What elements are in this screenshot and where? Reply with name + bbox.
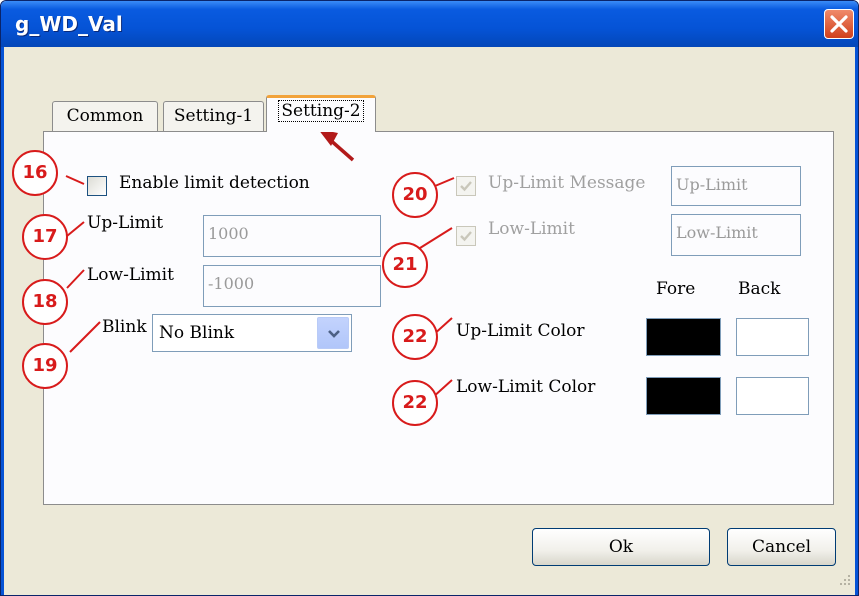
blink-label: Blink <box>102 317 147 337</box>
callout-badge-18: 18 <box>22 279 68 325</box>
tab-label: Setting-2 <box>278 100 364 122</box>
callout-badge-21: 21 <box>382 242 428 288</box>
up-limit-label: Up-Limit <box>87 213 164 233</box>
low-limit-fore-color-swatch[interactable] <box>646 377 721 415</box>
resize-grip-icon[interactable] <box>838 572 852 591</box>
close-button[interactable] <box>824 9 854 39</box>
low-limit-color-label: Low-Limit Color <box>456 377 596 397</box>
cancel-button[interactable]: Cancel <box>727 528 836 566</box>
low-limit-input[interactable]: -1000 <box>203 265 381 307</box>
low-limit-back-color-swatch[interactable] <box>736 377 809 415</box>
tab-label: Common <box>66 106 144 126</box>
up-limit-message-input[interactable]: Up-Limit <box>671 166 801 206</box>
back-header: Back <box>738 279 781 299</box>
up-limit-fore-color-swatch[interactable] <box>646 318 721 356</box>
window-title: g_WD_Val <box>15 12 123 36</box>
up-limit-message-label: Up-Limit Message <box>488 173 646 193</box>
low-limit-message-label: Low-Limit <box>488 219 575 239</box>
callout-badge-22: 22 <box>392 380 438 426</box>
callout-badge-19: 19 <box>22 343 68 389</box>
tab-setting-2[interactable]: Setting-2 <box>266 95 376 132</box>
low-limit-message-checkbox[interactable] <box>456 226 476 246</box>
callout-badge-22: 22 <box>392 314 438 360</box>
up-limit-message-checkbox[interactable] <box>456 176 476 196</box>
title-bar[interactable]: g_WD_Val <box>1 1 858 47</box>
blink-select[interactable]: No Blink <box>152 314 352 352</box>
callout-badge-17: 17 <box>22 214 68 260</box>
up-limit-input[interactable]: 1000 <box>203 215 381 257</box>
low-limit-label: Low-Limit <box>87 265 174 285</box>
callout-badge-16: 16 <box>12 150 58 196</box>
blink-select-value: No Blink <box>159 323 235 343</box>
window-frame-left <box>1 47 4 595</box>
dropdown-arrow-button[interactable] <box>317 317 349 349</box>
low-limit-message-input[interactable]: Low-Limit <box>671 214 801 256</box>
ok-button[interactable]: Ok <box>532 528 710 566</box>
enable-limit-checkbox[interactable] <box>87 176 107 196</box>
up-limit-color-label: Up-Limit Color <box>456 321 585 341</box>
window-frame-right <box>855 47 858 595</box>
tab-label: Setting-1 <box>173 106 254 126</box>
tab-common[interactable]: Common <box>52 101 158 131</box>
callout-badge-20: 20 <box>392 172 438 218</box>
dialog-window: g_WD_Val Common Setting-1 Setting-2 Enab… <box>0 0 859 596</box>
tab-setting-1[interactable]: Setting-1 <box>163 101 264 131</box>
fore-header: Fore <box>656 279 696 299</box>
enable-limit-label: Enable limit detection <box>119 173 310 193</box>
up-limit-back-color-swatch[interactable] <box>736 318 809 356</box>
